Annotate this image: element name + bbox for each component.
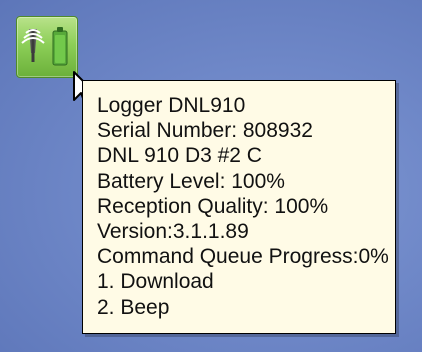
tooltip-line-device-model: DNL 910 D3 #2 C: [97, 144, 262, 168]
tooltip-line-command-queue-progress: Command Queue Progress:0%: [97, 245, 389, 269]
tooltip-line-beep: 2. Beep: [97, 295, 170, 319]
tooltip-line-version: Version:3.1.1.89: [97, 220, 249, 244]
logger-battery-icon[interactable]: [16, 16, 78, 78]
tooltip-line-logger-name: Logger DNL910: [97, 94, 246, 117]
tooltip-line-reception-quality: Reception Quality: 100%: [97, 194, 329, 218]
tooltip-line-battery-level: Battery Level: 100%: [97, 169, 285, 193]
tooltip-line-download: 1. Download: [97, 270, 214, 294]
tooltip-line-serial-number: Serial Number: 808932: [97, 119, 313, 143]
device-tooltip: Logger DNL910 Serial Number: 808932 DNL …: [82, 80, 396, 334]
